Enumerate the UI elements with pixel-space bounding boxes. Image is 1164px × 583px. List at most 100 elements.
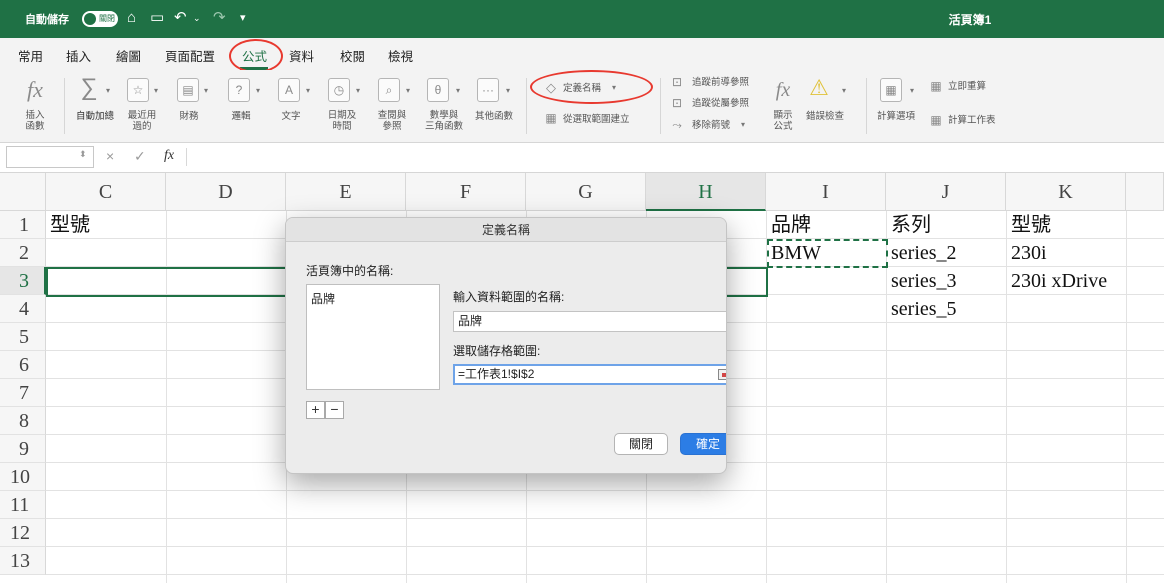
insert-function-icon[interactable]: fx xyxy=(22,78,48,102)
recently-used-icon[interactable]: ☆ xyxy=(127,78,149,102)
cell-I1[interactable]: 品牌 xyxy=(767,211,887,239)
trace-dependents-button[interactable]: 追蹤從屬參照 xyxy=(692,98,762,109)
cell-J2[interactable]: series_2 xyxy=(887,239,1007,267)
trace-precedents-icon[interactable]: ⊡ xyxy=(669,74,685,90)
remove-arrows-button[interactable]: 移除箭號 xyxy=(692,120,748,131)
row-header-6[interactable]: 6 xyxy=(0,351,46,379)
row-header-5[interactable]: 5 xyxy=(0,323,46,351)
cell-I2[interactable]: BMW xyxy=(767,239,887,267)
cell-K2[interactable]: 230i xyxy=(1007,239,1127,267)
column-header-I[interactable]: I xyxy=(766,173,886,211)
autosum-icon[interactable]: ∑ xyxy=(76,76,102,100)
calc-sheet-icon[interactable]: ▦ xyxy=(928,112,944,128)
column-header-H[interactable]: H xyxy=(646,173,766,211)
name-box-stepper-icon[interactable]: ⬍ xyxy=(79,149,87,160)
range-input[interactable]: =工作表1!$I$2 xyxy=(453,364,726,385)
tab-draw[interactable]: 繪圖 xyxy=(116,46,141,65)
cell-J3[interactable]: series_3 xyxy=(887,267,1007,295)
home-icon[interactable]: ⌂ xyxy=(127,8,136,28)
row-header-12[interactable]: 12 xyxy=(0,519,46,547)
column-header-partial[interactable] xyxy=(1126,173,1164,211)
column-header-C[interactable]: C xyxy=(46,173,166,211)
save-icon[interactable]: ▭ xyxy=(150,8,164,28)
calc-sheet-button[interactable]: 計算工作表 xyxy=(948,115,1008,126)
logical-icon[interactable]: ? xyxy=(228,78,250,102)
tab-page-layout[interactable]: 頁面配置 xyxy=(165,46,215,65)
cell-K3[interactable]: 230i xDrive xyxy=(1007,267,1147,295)
cell-C1[interactable]: 型號 xyxy=(46,211,166,239)
trace-dependents-icon[interactable]: ⊡ xyxy=(669,95,685,111)
remove-name-button[interactable]: − xyxy=(325,401,344,419)
row-header-11[interactable]: 11 xyxy=(0,491,46,519)
add-name-button[interactable]: + xyxy=(306,401,325,419)
calc-now-button[interactable]: 立即重算 xyxy=(948,81,998,92)
tab-review[interactable]: 校閱 xyxy=(340,46,365,65)
autosum-dropdown-icon[interactable]: ▾ xyxy=(106,86,110,95)
remove-arrows-icon[interactable]: ⤳ xyxy=(669,117,685,133)
range-picker-icon[interactable] xyxy=(718,369,726,380)
tab-insert[interactable]: 插入 xyxy=(66,46,91,65)
row-header-4[interactable]: 4 xyxy=(0,295,46,323)
enter-icon[interactable]: ✓ xyxy=(134,148,146,165)
column-header-E[interactable]: E xyxy=(286,173,406,211)
tab-home[interactable]: 常用 xyxy=(18,46,43,65)
warning-icon[interactable]: ⚠ xyxy=(805,76,833,100)
tab-data[interactable]: 資料 xyxy=(289,46,314,65)
autosave-toggle[interactable]: 關閉 xyxy=(82,11,118,27)
row-header-7[interactable]: 7 xyxy=(0,379,46,407)
financial-dropdown-icon[interactable]: ▾ xyxy=(204,86,208,95)
cell-J1[interactable]: 系列 xyxy=(887,211,1007,239)
calc-now-icon[interactable]: ▦ xyxy=(928,78,944,94)
names-listbox[interactable]: 品牌 xyxy=(306,284,440,390)
row-header-2[interactable]: 2 xyxy=(0,239,46,267)
column-header-G[interactable]: G xyxy=(526,173,646,211)
recently-used-dropdown-icon[interactable]: ▾ xyxy=(154,86,158,95)
row-header-1[interactable]: 1 xyxy=(0,211,46,239)
lookup-dropdown-icon[interactable]: ▾ xyxy=(406,86,410,95)
undo-icon[interactable]: ↶ xyxy=(174,8,187,28)
close-button[interactable]: 關閉 xyxy=(614,433,668,455)
remove-arrows-dropdown-icon[interactable]: ▾ xyxy=(741,120,745,129)
trace-precedents-button[interactable]: 追蹤前導參照 xyxy=(692,77,762,88)
show-formulas-icon[interactable]: fx xyxy=(770,78,796,102)
fx-icon[interactable]: fx xyxy=(164,148,174,164)
column-header-K[interactable]: K xyxy=(1006,173,1126,211)
row-header-13[interactable]: 13 xyxy=(0,547,46,575)
row-header-10[interactable]: 10 xyxy=(0,463,46,491)
text-function-icon[interactable]: A xyxy=(278,78,300,102)
create-from-selection-icon[interactable]: ▦ xyxy=(543,110,559,126)
row-header-8[interactable]: 8 xyxy=(0,407,46,435)
cell-K1[interactable]: 型號 xyxy=(1007,211,1127,239)
redo-icon[interactable]: ↷ xyxy=(213,8,226,28)
lookup-icon[interactable]: ⌕ xyxy=(378,78,400,102)
select-all-corner[interactable] xyxy=(0,173,46,211)
tab-view[interactable]: 檢視 xyxy=(388,46,413,65)
more-functions-dropdown-icon[interactable]: ▾ xyxy=(506,86,510,95)
financial-icon[interactable]: ▤ xyxy=(177,78,199,102)
date-time-icon[interactable]: ◷ xyxy=(328,78,350,102)
create-from-selection-button[interactable]: 從選取範圍建立 xyxy=(563,114,643,125)
row-header-9[interactable]: 9 xyxy=(0,435,46,463)
calculator-icon[interactable]: ▦ xyxy=(880,78,902,102)
column-header-D[interactable]: D xyxy=(166,173,286,211)
names-list-item[interactable]: 品牌 xyxy=(311,290,335,307)
undo-dropdown-icon[interactable]: ⌄ xyxy=(193,8,201,28)
ok-button[interactable]: 確定 xyxy=(680,433,726,455)
logical-dropdown-icon[interactable]: ▾ xyxy=(256,86,260,95)
name-input[interactable]: 品牌 xyxy=(453,311,726,332)
calc-options-dropdown-icon[interactable]: ▾ xyxy=(910,86,914,95)
row-header-3[interactable]: 3 xyxy=(0,267,46,295)
more-functions-icon[interactable]: ··· xyxy=(477,78,499,102)
customize-toolbar-icon[interactable]: ▾ xyxy=(240,8,246,28)
text-function-dropdown-icon[interactable]: ▾ xyxy=(306,86,310,95)
column-header-J[interactable]: J xyxy=(886,173,1006,211)
formula-bar: ⬍ × ✓ fx xyxy=(0,143,1164,173)
date-time-dropdown-icon[interactable]: ▾ xyxy=(356,86,360,95)
date-time-label: 日期及 時間 xyxy=(327,110,357,132)
math-trig-dropdown-icon[interactable]: ▾ xyxy=(456,86,460,95)
error-checking-dropdown-icon[interactable]: ▾ xyxy=(842,86,846,95)
cancel-icon[interactable]: × xyxy=(106,148,114,164)
cell-J4[interactable]: series_5 xyxy=(887,295,1007,323)
column-header-F[interactable]: F xyxy=(406,173,526,211)
math-trig-icon[interactable]: θ xyxy=(427,78,449,102)
